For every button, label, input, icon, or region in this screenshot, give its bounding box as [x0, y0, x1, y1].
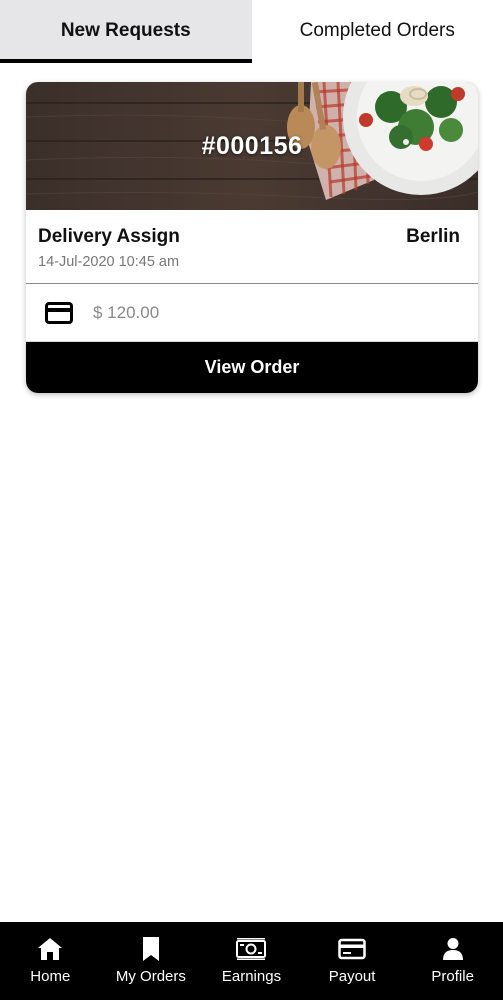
- person-icon: [442, 936, 464, 962]
- nav-profile-label: Profile: [431, 968, 474, 985]
- order-number: #000156: [201, 131, 303, 160]
- nav-home[interactable]: Home: [0, 922, 101, 1000]
- order-title: Delivery Assign: [38, 226, 180, 247]
- order-payment: $ 120.00: [26, 284, 478, 342]
- bottom-navigation: Home My Orders Earnings Payout Profile: [0, 922, 503, 1000]
- nav-my-orders[interactable]: My Orders: [101, 922, 202, 1000]
- nav-earnings-label: Earnings: [221, 968, 282, 985]
- order-amount: $ 120.00: [93, 302, 160, 322]
- credit-card-icon: [338, 936, 366, 962]
- order-date: 14-Jul-2020 10:45 am: [38, 254, 180, 270]
- view-order-button[interactable]: View Order: [26, 342, 478, 393]
- nav-payout[interactable]: Payout: [302, 922, 403, 1000]
- bookmark-icon: [142, 936, 160, 962]
- order-city: Berlin: [406, 226, 460, 247]
- tab-new-requests[interactable]: New Requests: [0, 0, 252, 63]
- order-card[interactable]: #000156 Delivery Assign 14-Jul-2020 10:4…: [26, 82, 478, 393]
- order-info: Delivery Assign 14-Jul-2020 10:45 am Ber…: [26, 210, 478, 284]
- credit-card-icon: [44, 301, 74, 325]
- order-tabs: New Requests Completed Orders: [0, 0, 503, 63]
- tab-completed-orders[interactable]: Completed Orders: [251, 0, 503, 62]
- nav-profile[interactable]: Profile: [402, 922, 503, 1000]
- order-banner-image: #000156: [26, 82, 478, 210]
- nav-my-orders-label: My Orders: [115, 968, 186, 985]
- banknote-icon: [236, 936, 267, 962]
- home-icon: [37, 936, 63, 962]
- nav-home-label: Home: [30, 968, 71, 985]
- nav-earnings[interactable]: Earnings: [201, 922, 302, 1000]
- nav-payout-label: Payout: [328, 968, 376, 985]
